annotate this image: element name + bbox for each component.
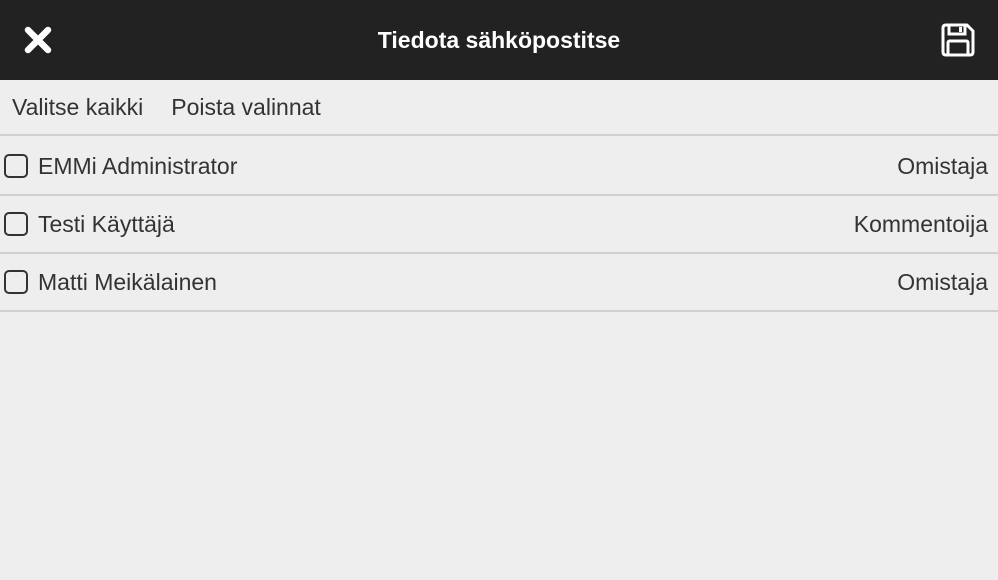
save-button[interactable]	[936, 18, 980, 62]
save-icon	[941, 23, 975, 57]
page-title: Tiedota sähköpostitse	[377, 27, 621, 53]
checkbox[interactable]	[4, 154, 28, 178]
recipient-name: Matti Meikälainen	[38, 268, 217, 295]
list-item[interactable]: Testi Käyttäjä Kommentoija	[0, 196, 998, 254]
checkbox[interactable]	[4, 270, 28, 294]
checkbox[interactable]	[4, 212, 28, 236]
clear-selection-button[interactable]: Poista valinnat	[171, 94, 321, 121]
close-button[interactable]	[18, 20, 58, 60]
select-all-button[interactable]: Valitse kaikki	[12, 94, 143, 121]
selection-actions: Valitse kaikki Poista valinnat	[0, 80, 998, 136]
recipient-role: Kommentoija	[853, 210, 988, 237]
recipient-role: Omistaja	[897, 152, 988, 179]
recipient-name: Testi Käyttäjä	[38, 210, 175, 237]
recipient-list: EMMi Administrator Omistaja Testi Käyttä…	[0, 138, 998, 312]
close-icon	[24, 26, 52, 54]
list-item[interactable]: EMMi Administrator Omistaja	[0, 138, 998, 196]
recipient-name: EMMi Administrator	[38, 152, 238, 179]
header-bar: Tiedota sähköpostitse	[0, 0, 998, 80]
recipient-role: Omistaja	[897, 268, 988, 295]
list-item[interactable]: Matti Meikälainen Omistaja	[0, 254, 998, 312]
